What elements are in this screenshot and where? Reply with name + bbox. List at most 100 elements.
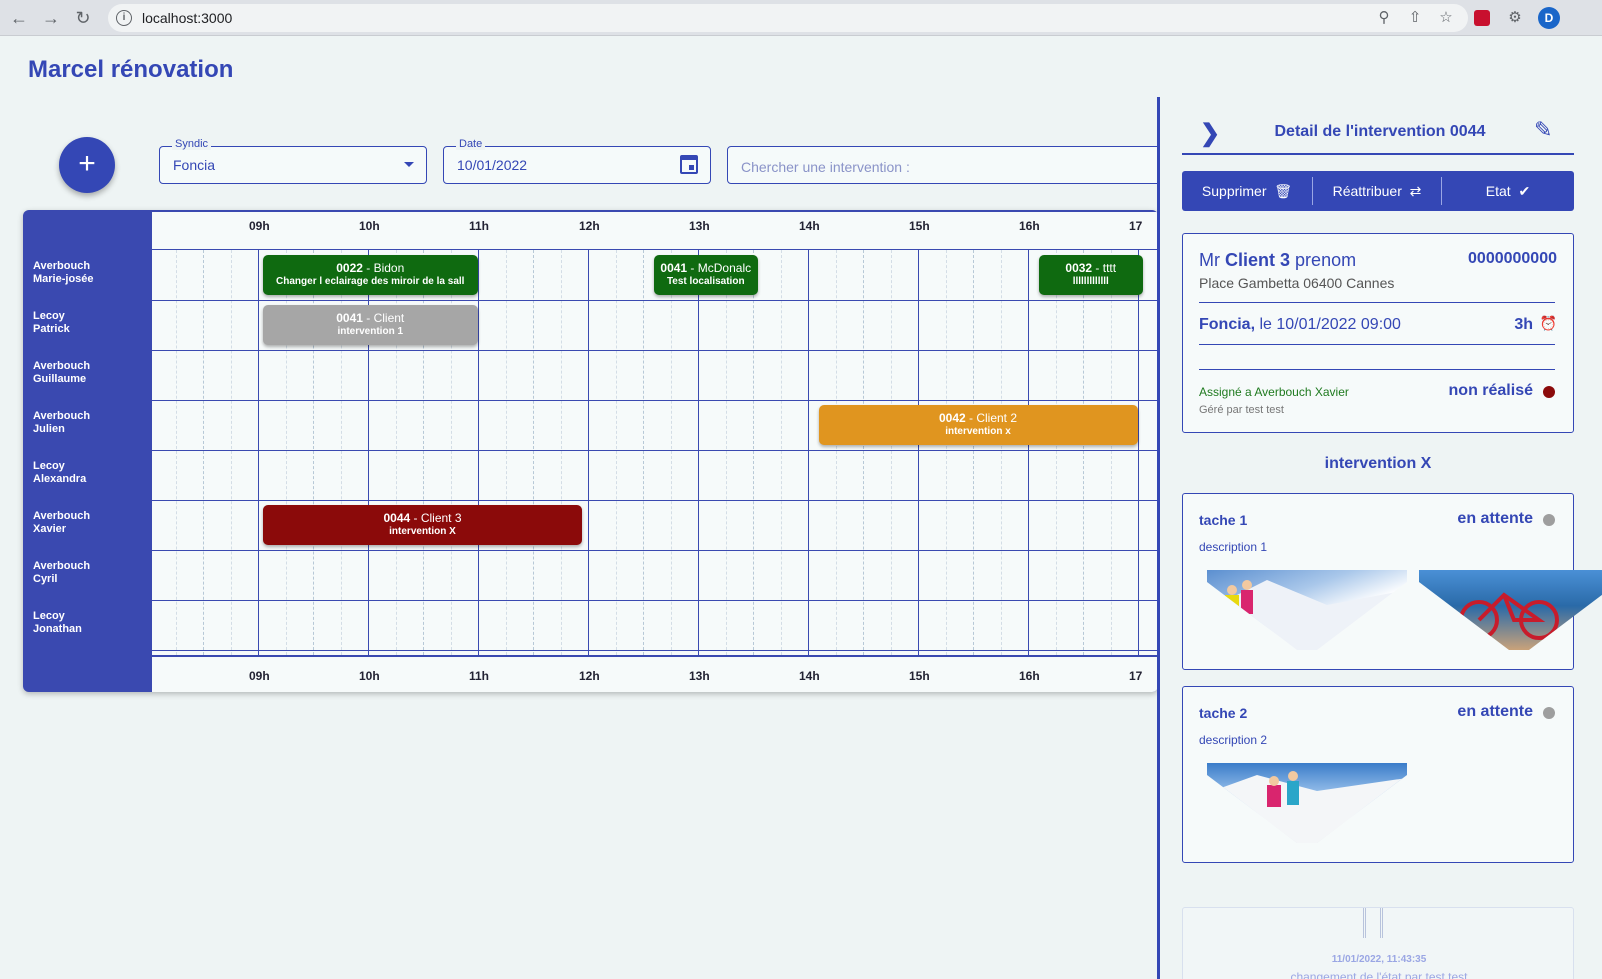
hour-label: 15h <box>909 669 930 683</box>
quarter-hour-gridline <box>945 250 947 655</box>
planning-body: 09h 10h 11h 12h 13h 14h 15h 16h 17 0022 - Bidon Ch… <box>152 212 1158 655</box>
row-gridline <box>152 550 1158 551</box>
reassign-button[interactable]: Réattribuer ⇄ <box>1313 171 1441 211</box>
syndic-select[interactable]: Syndic Foncia <box>159 138 427 184</box>
calendar-icon[interactable] <box>680 155 698 174</box>
hour-label: 09h <box>249 669 270 683</box>
delete-button[interactable]: Supprimer 🗑 <box>1182 171 1312 211</box>
add-intervention-button[interactable]: + <box>59 137 115 193</box>
row-gridline <box>152 600 1158 601</box>
planning-footer: 09h 10h 11h 12h 13h 14h 15h 16h 17 <box>152 657 1158 692</box>
syndic-label: Syndic <box>172 138 212 150</box>
intervention-event[interactable]: 0032 - tttt lllllllllllll <box>1038 255 1143 295</box>
task-name: tache 2 <box>1199 705 1248 721</box>
edit-icon[interactable]: ✎ <box>1534 117 1552 143</box>
profile-avatar[interactable]: D <box>1538 7 1560 29</box>
intervention-syndic-date: Foncia, le 10/01/2022 09:00 <box>1199 316 1401 333</box>
quarter-hour-gridline <box>175 250 177 655</box>
hour-label: 14h <box>799 219 820 233</box>
task-card: tache 2 en attente description 2 <box>1182 686 1574 863</box>
quarter-hour-gridline <box>1110 250 1112 655</box>
intervention-detail-panel: ❯ Detail de l'intervention 0044 ✎ Suppri… <box>1157 97 1602 979</box>
half-hour-gridline <box>973 250 974 655</box>
quarter-hour-gridline <box>230 250 232 655</box>
skiers-image <box>1207 771 1407 843</box>
quarter-hour-gridline <box>780 250 782 655</box>
intervention-event[interactable]: 0041 - Client intervention 1 <box>263 305 478 345</box>
skiers-image <box>1207 580 1407 650</box>
task-photo-skiers[interactable] <box>1207 570 1407 650</box>
panel-title: Detail de l'intervention 0044 <box>1274 123 1486 140</box>
extension-icon[interactable] <box>1474 10 1490 26</box>
quarter-hour-gridline <box>890 250 892 655</box>
quarter-hour-gridline <box>835 250 837 655</box>
hour-label: 10h <box>359 669 380 683</box>
row-gridline <box>152 450 1158 451</box>
share-icon[interactable]: ⇧ <box>1405 8 1425 28</box>
task-photo-skiers-2[interactable] <box>1207 763 1407 843</box>
status-dot <box>1543 514 1555 526</box>
planning-grid: 09h 10h 11h 12h 13h 14h 15h 16h 17 0022 - Bidon Ch… <box>23 210 1158 692</box>
quarter-hour-gridline <box>615 250 617 655</box>
hour-gridline <box>1138 250 1139 655</box>
intervention-status: non réalisé <box>1448 382 1533 399</box>
assigned-to: Assigné a Averbouch Xavier <box>1199 385 1349 399</box>
intervention-duration: 3h <box>1514 316 1533 333</box>
puzzle-icon[interactable]: ⚙ <box>1505 8 1525 28</box>
status-dot <box>1543 707 1555 719</box>
search-placeholder: Chercher une intervention : <box>741 159 910 175</box>
row-gridline <box>152 249 1158 250</box>
history-message: changement de l'état par test test <box>1290 970 1468 979</box>
divider <box>1199 344 1555 345</box>
row-gridline <box>152 400 1158 401</box>
half-hour-gridline <box>753 250 754 655</box>
managed-by: Géré par test test <box>1199 404 1284 416</box>
hour-label: 10h <box>359 219 380 233</box>
address-bar[interactable]: i localhost:3000 <box>108 4 1468 32</box>
intervention-event[interactable]: 0041 - McDonalc Test localisation <box>653 255 758 295</box>
info-icon[interactable]: i <box>116 10 132 26</box>
date-label: Date <box>456 138 486 150</box>
hour-gridline <box>478 250 479 655</box>
reassign-label: Réattribuer <box>1332 183 1402 199</box>
hour-label: 14h <box>799 669 820 683</box>
hour-label: 12h <box>579 219 600 233</box>
status-dot <box>1543 386 1555 398</box>
star-icon[interactable]: ☆ <box>1436 8 1456 28</box>
row-gridline <box>152 350 1158 351</box>
client-address: Place Gambetta 06400 Cannes <box>1199 275 1395 291</box>
intervention-event[interactable]: 0044 - Client 3 intervention X <box>263 505 582 545</box>
quarter-hour-gridline <box>1055 250 1057 655</box>
client-card: Mr Client 3 prenom 0000000000 Place Gamb… <box>1182 233 1574 433</box>
action-bar: Supprimer 🗑 Réattribuer ⇄ Etat ✔ <box>1182 171 1574 211</box>
task-photo-bike[interactable] <box>1419 570 1602 650</box>
technician-label: Averbouch Xavier <box>33 510 91 535</box>
panel-header: ❯ Detail de l'intervention 0044 ✎ <box>1182 115 1574 155</box>
hour-label: 13h <box>689 219 710 233</box>
state-button[interactable]: Etat ✔ <box>1442 171 1574 211</box>
intervention-event[interactable]: 0022 - Bidon Changer l eclairage des miro… <box>263 255 478 295</box>
quarter-hour-gridline <box>560 250 562 655</box>
date-field[interactable]: Date 10/01/2022 <box>443 138 711 184</box>
quarter-hour-gridline <box>725 250 727 655</box>
chevron-right-icon[interactable]: ❯ <box>1200 119 1220 148</box>
technician-label: Lecoy Alexandra <box>33 460 87 485</box>
task-state: en attente <box>1457 510 1533 527</box>
hour-label: 13h <box>689 669 710 683</box>
half-hour-gridline <box>863 250 864 655</box>
task-description: description 1 <box>1199 540 1268 554</box>
url-text: localhost:3000 <box>142 10 233 26</box>
check-circle-icon: ✔ <box>1514 183 1531 199</box>
hour-label: 17 <box>1129 219 1143 233</box>
history-timestamp: 11/01/2022, 11:43:35 <box>1331 954 1427 965</box>
intervention-event[interactable]: 0042 - Client 2 intervention x <box>818 405 1138 445</box>
back-icon[interactable]: ← <box>8 7 30 29</box>
quarter-hour-gridline <box>505 250 507 655</box>
swap-icon: ⇄ <box>1405 183 1422 199</box>
forward-icon[interactable]: → <box>40 7 62 29</box>
row-gridline <box>152 650 1158 651</box>
intervention-title: intervention X <box>1324 455 1432 472</box>
reload-icon[interactable]: ↻ <box>72 7 94 29</box>
key-icon[interactable]: ⚲ <box>1374 8 1394 28</box>
search-input[interactable]: Chercher une intervention : <box>727 146 1167 184</box>
